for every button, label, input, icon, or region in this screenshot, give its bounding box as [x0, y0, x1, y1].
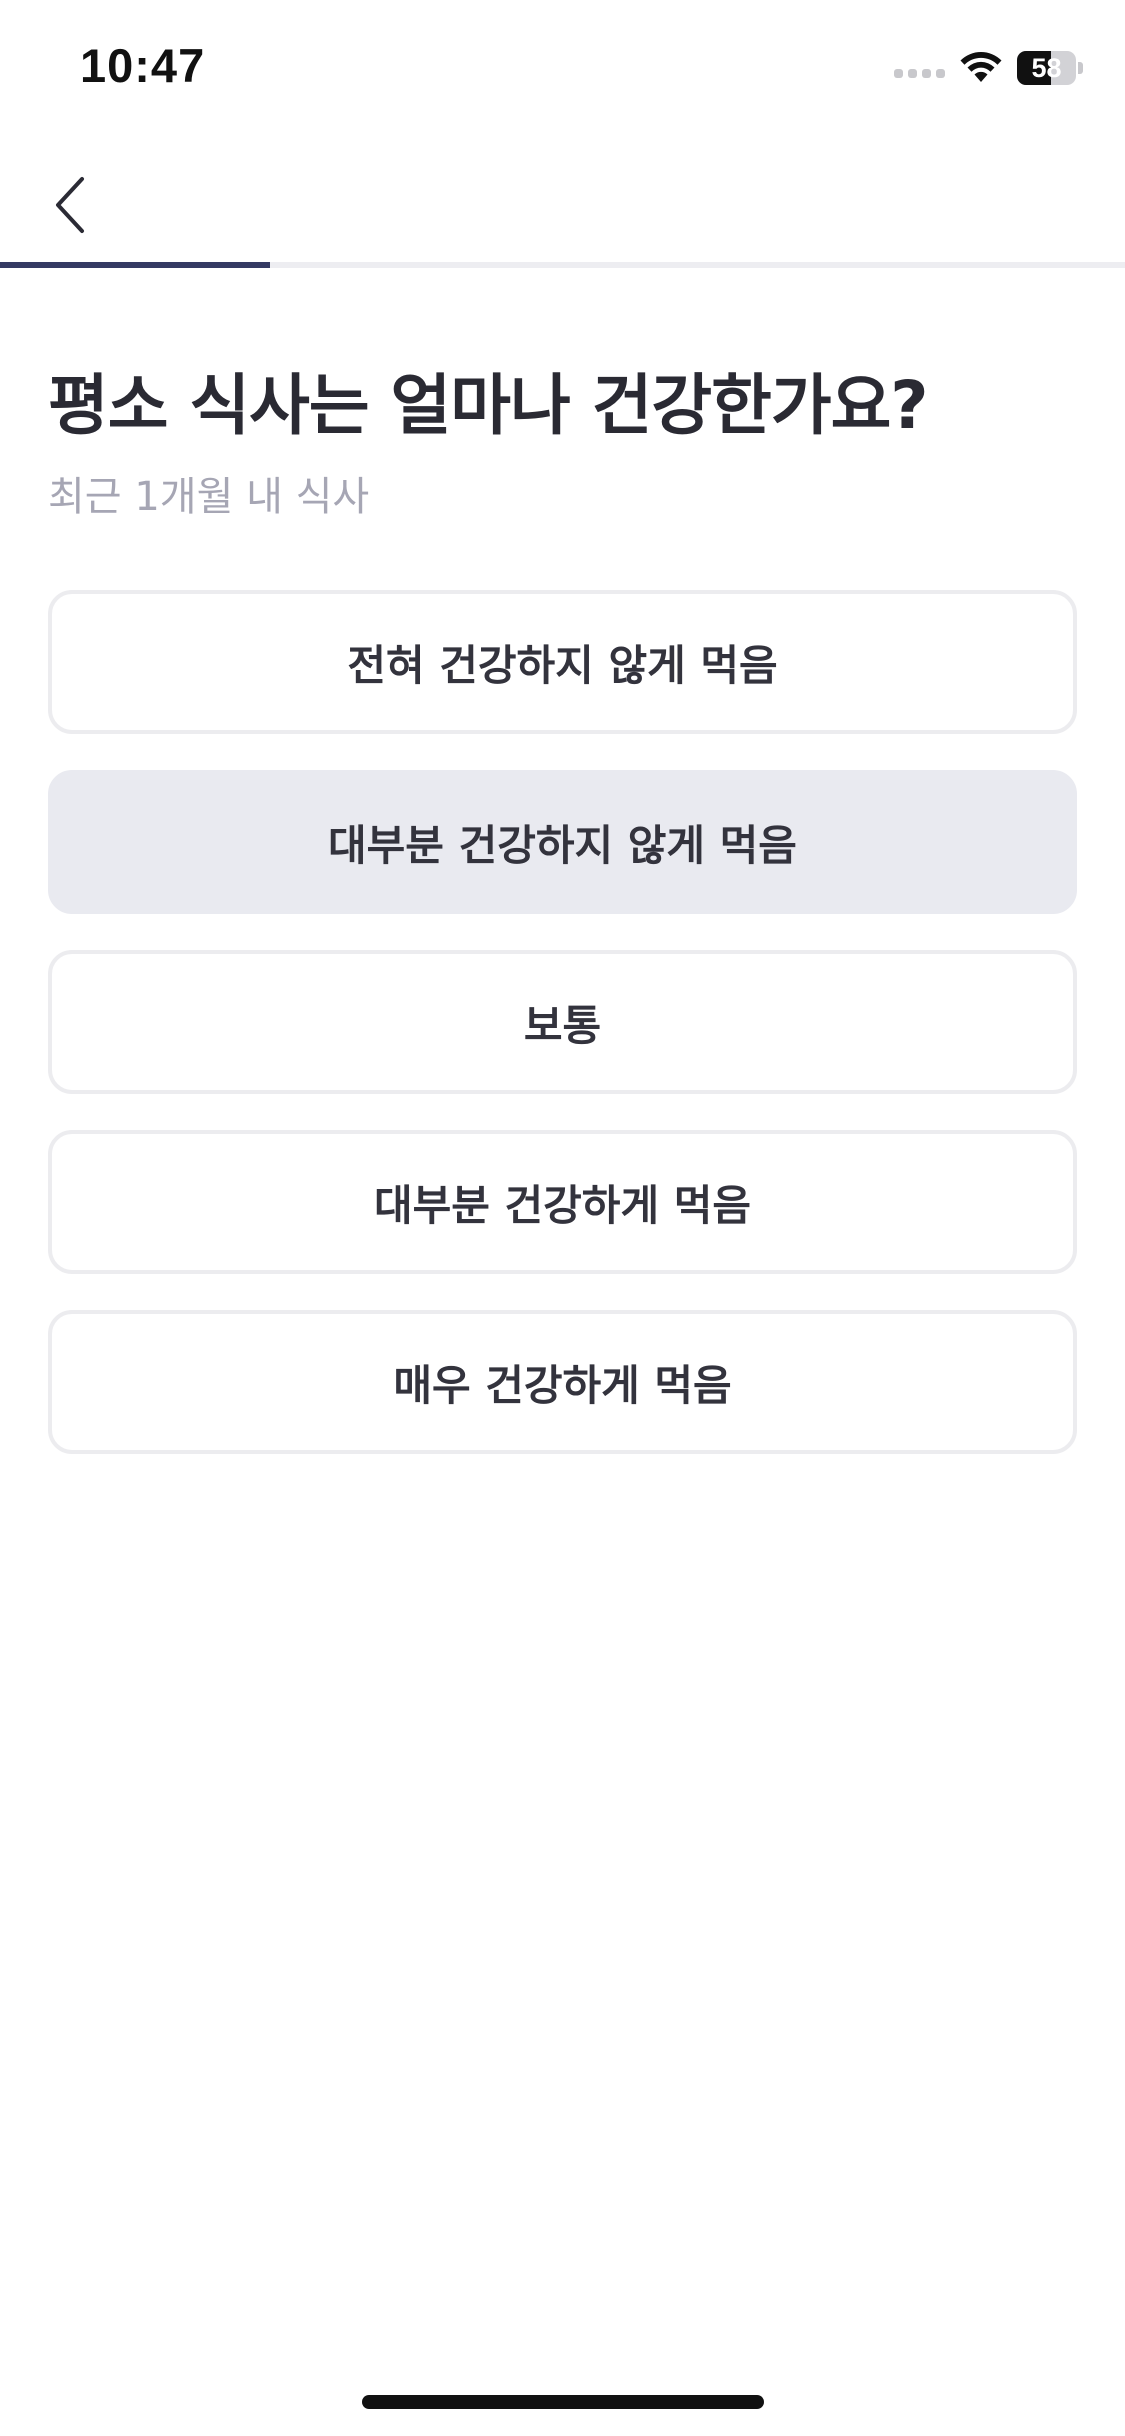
top-nav [0, 150, 1125, 268]
question-subtitle: 최근 1개월 내 식사 [48, 474, 370, 520]
option-mostly-healthy[interactable]: 대부분 건강하게 먹음 [48, 1130, 1077, 1274]
option-very-healthy[interactable]: 매우 건강하게 먹음 [48, 1310, 1077, 1454]
option-mostly-unhealthy[interactable]: 대부분 건강하지 않게 먹음 [48, 770, 1077, 914]
status-indicators: 58 [894, 48, 1083, 88]
cellular-signal-icon [894, 58, 945, 78]
progress-bar [0, 262, 1125, 268]
battery-icon: 58 [1017, 50, 1083, 86]
option-average[interactable]: 보통 [48, 950, 1077, 1094]
status-bar: 10:47 58 [0, 0, 1125, 140]
back-button[interactable] [40, 170, 100, 240]
question-title: 평소 식사는 얼마나 건강한가요? [48, 367, 929, 444]
wifi-icon [960, 52, 1002, 82]
status-time: 10:47 [80, 39, 206, 92]
progress-fill [0, 262, 270, 268]
home-indicator [362, 2395, 764, 2409]
chevron-left-icon [56, 177, 84, 233]
battery-percent: 58 [1031, 52, 1062, 83]
answer-options: 전혀 건강하지 않게 먹음 대부분 건강하지 않게 먹음 보통 대부분 건강하게… [48, 590, 1077, 1454]
option-not-healthy-at-all[interactable]: 전혀 건강하지 않게 먹음 [48, 590, 1077, 734]
